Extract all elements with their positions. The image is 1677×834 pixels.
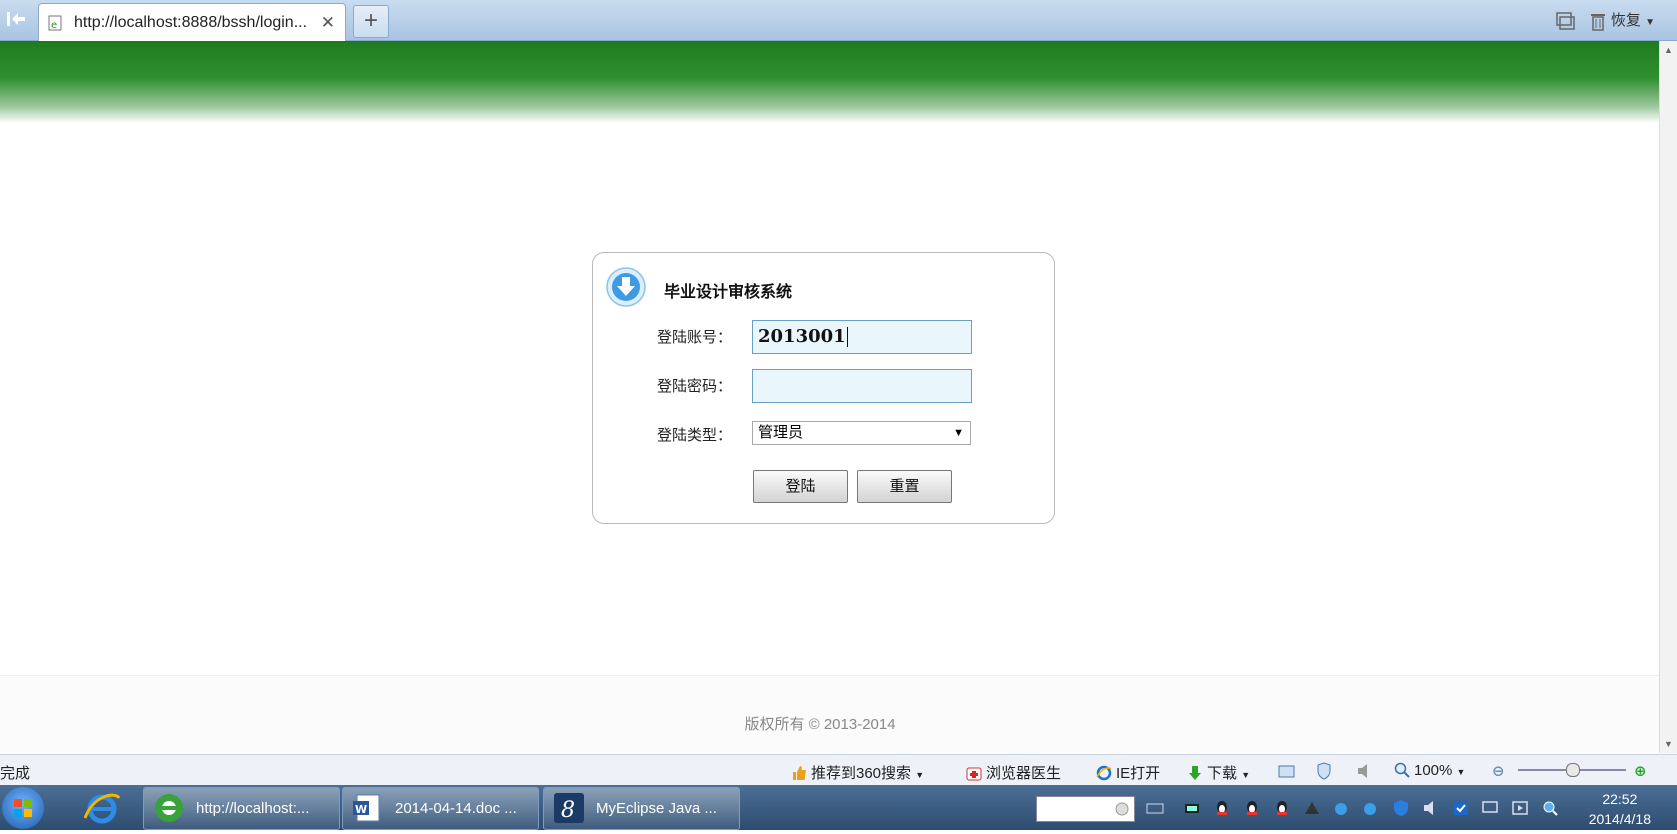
qq-icon[interactable] xyxy=(1273,799,1291,817)
speaker-icon[interactable] xyxy=(1422,799,1440,817)
svg-text:W: W xyxy=(355,803,367,816)
app-tray-icon[interactable] xyxy=(1303,799,1321,817)
task-label: MyEclipse Java ... xyxy=(596,800,717,817)
download-button[interactable]: 下载 ▼ xyxy=(1187,762,1250,783)
status-text: 完成 xyxy=(0,765,31,782)
login-type-select[interactable]: 管理员 ▼ xyxy=(752,421,971,445)
vertical-scrollbar[interactable]: ▲ ▼ xyxy=(1659,41,1677,753)
zoom-slider-knob[interactable] xyxy=(1566,763,1580,777)
windows-taskbar: http://localhost:... W 2014-04-14.doc ..… xyxy=(0,785,1677,830)
clock-date: 2014/4/18 xyxy=(1588,811,1651,827)
ie-icon xyxy=(1096,765,1112,781)
text-caret xyxy=(846,327,848,347)
word-document-icon: W xyxy=(353,794,380,822)
restore-area[interactable]: 恢复 ▼ xyxy=(1554,9,1655,31)
windows-logo-icon xyxy=(14,799,32,817)
recommend-360-button[interactable]: 推荐到360搜索 ▼ xyxy=(791,762,924,783)
back-icon[interactable] xyxy=(6,10,26,28)
ie-page-icon: e xyxy=(48,15,62,31)
task-browser[interactable]: http://localhost:... xyxy=(143,787,340,830)
window-icon[interactable] xyxy=(1278,763,1296,779)
system-clock[interactable]: 22:52 2014/4/18 xyxy=(1589,789,1651,829)
type-label: 登陆类型： xyxy=(657,427,733,444)
tray-search-input[interactable] xyxy=(1036,796,1135,822)
restore-label[interactable]: 恢复 xyxy=(1611,12,1641,29)
search-icon[interactable] xyxy=(1114,801,1130,817)
first-aid-icon xyxy=(966,767,982,781)
windows-icon[interactable] xyxy=(1554,11,1576,31)
task-label: 2014-04-14.doc ... xyxy=(395,800,517,817)
scroll-up-icon[interactable]: ▲ xyxy=(1664,45,1673,55)
browser-status-bar: 完成 推荐到360搜索 ▼ 浏览器医生 IE打开 下载 ▼ 100% ▼ ⊖ ⊕ xyxy=(0,754,1677,786)
password-label: 登陆密码： xyxy=(657,378,733,395)
thumbs-up-icon xyxy=(793,766,806,780)
speaker-icon[interactable] xyxy=(1356,762,1374,780)
task-myeclipse[interactable]: 8 MyEclipse Java ... xyxy=(543,787,740,830)
start-button[interactable] xyxy=(2,787,44,829)
network-icon[interactable] xyxy=(1183,799,1201,817)
download-arrow-icon xyxy=(606,267,646,307)
chevron-down-icon[interactable]: ▼ xyxy=(953,422,964,444)
login-type-value: 管理员 xyxy=(758,424,804,441)
account-label: 登陆账号： xyxy=(657,329,733,346)
close-tab-icon[interactable]: ✕ xyxy=(321,13,335,33)
qq-icon[interactable] xyxy=(1213,799,1231,817)
tab-title: http://localhost:8888/bssh/login... xyxy=(74,14,308,31)
browser-tab-bar: e http://localhost:8888/bssh/login... ✕ … xyxy=(0,0,1677,41)
account-value: 2013001 xyxy=(758,326,846,347)
copyright-text: 版权所有 © 2013-2014 xyxy=(744,716,896,733)
task-word[interactable]: W 2014-04-14.doc ... xyxy=(342,787,539,830)
zoom-out-icon[interactable]: ⊖ xyxy=(1492,762,1505,780)
ie-taskbar-icon[interactable] xyxy=(82,788,122,828)
system-title: 毕业设计审核系统 xyxy=(664,284,793,301)
qq-icon[interactable] xyxy=(1243,799,1261,817)
new-tab-button[interactable]: + xyxy=(353,5,389,38)
login-box: 毕业设计审核系统 登陆账号： 2013001 登陆密码： 登陆类型： 管理员 ▼… xyxy=(592,252,1055,524)
clock-time: 22:52 xyxy=(1602,791,1638,807)
search-globe-icon[interactable] xyxy=(1541,799,1559,817)
zoom-in-icon[interactable]: ⊕ xyxy=(1634,762,1647,780)
360-browser-icon xyxy=(155,794,183,822)
download-icon xyxy=(1189,766,1201,780)
keyboard-icon[interactable] xyxy=(1146,799,1164,817)
zoom-slider[interactable] xyxy=(1518,763,1626,777)
myeclipse-icon: 8 xyxy=(554,793,584,823)
page-footer: 版权所有 © 2013-2014 xyxy=(0,675,1660,753)
magnifier-icon xyxy=(1394,762,1410,778)
droplet-icon[interactable] xyxy=(1332,799,1350,817)
zoom-control[interactable]: 100% ▼ xyxy=(1394,762,1465,779)
password-input[interactable] xyxy=(752,369,972,403)
account-input[interactable]: 2013001 xyxy=(752,320,972,354)
monitor-icon[interactable] xyxy=(1481,799,1499,817)
login-button[interactable]: 登陆 xyxy=(753,470,848,503)
trash-icon[interactable] xyxy=(1589,11,1607,31)
browser-tab[interactable]: e http://localhost:8888/bssh/login... ✕ xyxy=(38,3,346,41)
page-content: 毕业设计审核系统 登陆账号： 2013001 登陆密码： 登陆类型： 管理员 ▼… xyxy=(0,41,1660,753)
security-icon[interactable] xyxy=(1452,799,1470,817)
header-banner xyxy=(0,41,1660,123)
browser-doctor-button[interactable]: 浏览器医生 xyxy=(966,762,1061,783)
chevron-down-icon[interactable]: ▼ xyxy=(1645,17,1655,28)
shield-icon[interactable] xyxy=(1316,762,1332,780)
droplet-icon[interactable] xyxy=(1361,799,1379,817)
ie-open-button[interactable]: IE打开 xyxy=(1096,762,1160,783)
media-icon[interactable] xyxy=(1511,799,1529,817)
shield-icon[interactable] xyxy=(1392,799,1410,817)
svg-text:8: 8 xyxy=(561,798,575,823)
task-label: http://localhost:... xyxy=(196,800,310,817)
svg-text:e: e xyxy=(51,20,57,31)
scroll-down-icon[interactable]: ▼ xyxy=(1664,739,1673,749)
reset-button[interactable]: 重置 xyxy=(857,470,952,503)
